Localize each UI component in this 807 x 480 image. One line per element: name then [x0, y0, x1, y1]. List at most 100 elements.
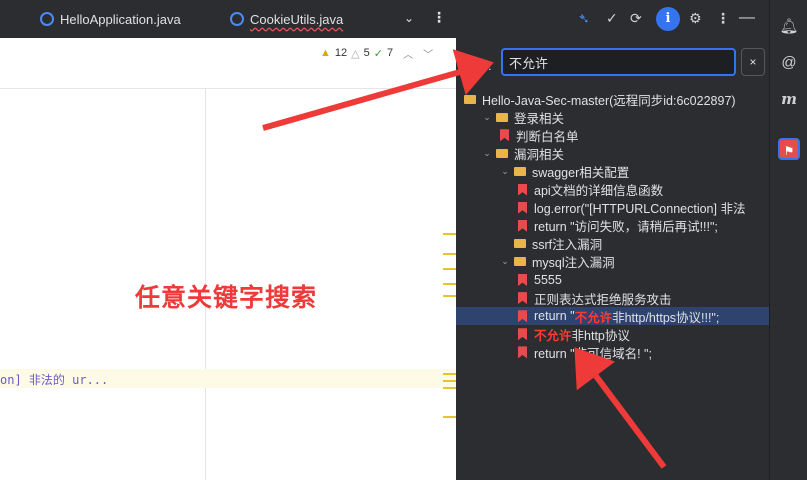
tree-item-label: Hello-Java-Sec-master(远程同步id:6c022897): [482, 93, 736, 108]
tree-bookmark-item[interactable]: return "访问失败，请稍后再试!!!";: [456, 217, 769, 235]
tree-folder-item[interactable]: ⌄ mysql注入漏洞: [456, 253, 769, 271]
minimize-icon[interactable]: —: [739, 9, 755, 27]
scrollbar-marker[interactable]: [443, 295, 456, 297]
chevron-down-icon[interactable]: ⌄: [500, 256, 510, 267]
tree-bookmark-item[interactable]: log.error("[HTTPURLConnection] 非法: [456, 199, 769, 217]
tree-item-label: return "访问失败，请稍后再试!!!";: [534, 220, 718, 235]
search-match: 不允许: [534, 328, 572, 343]
clear-search-button[interactable]: ×: [741, 48, 765, 76]
chevron-up-icon[interactable]: ︿: [403, 46, 413, 61]
tree-item-label: 非http/https协议!!!";: [612, 310, 720, 325]
search-match: 不允许: [574, 310, 613, 325]
tree-item-label: 5555: [534, 273, 562, 287]
scrollbar-marker[interactable]: [443, 268, 456, 270]
scrollbar-marker[interactable]: [443, 233, 456, 235]
bookmark-icon: [518, 292, 527, 305]
editor-pane: HelloApplication.java CookieUtils.java ⌄…: [0, 0, 456, 480]
refresh-icon[interactable]: ⟳: [630, 10, 642, 27]
scrollbar-marker[interactable]: [443, 387, 456, 389]
bookmark-tool-icon[interactable]: ⚑: [778, 138, 800, 160]
folder-icon: [464, 94, 476, 104]
annotation-label: 任意关键字搜索: [135, 283, 318, 312]
weak-warning-count: 5: [363, 47, 370, 59]
tree-bookmark-item[interactable]: api文档的详细信息函数: [456, 181, 769, 199]
tree-item-label: 漏洞相关: [514, 147, 565, 162]
scrollbar-marker[interactable]: [443, 380, 456, 382]
gear-icon[interactable]: ⚙: [689, 10, 702, 27]
right-tool-stripe: 🔔︎ @ m ⚑: [769, 0, 807, 480]
folder-icon: [514, 166, 526, 176]
tree-folder-item[interactable]: ⌄ swagger相关配置: [456, 162, 769, 180]
bookmark-tool-window: ➴ ✓ ⟳ i ⚙ ⋮ — 搜索: × Hello-Java-Sec-maste…: [456, 0, 769, 480]
tree-item-label: 正则表达式拒绝服务攻击: [534, 292, 672, 307]
locate-icon[interactable]: ➴: [578, 10, 590, 27]
bookmark-icon: [500, 129, 509, 142]
editor-divider: [0, 88, 456, 89]
editor-tab-bar: HelloApplication.java CookieUtils.java ⌄…: [0, 0, 456, 38]
tab-label: CookieUtils.java: [250, 11, 344, 27]
tab-hello-application[interactable]: HelloApplication.java: [40, 0, 181, 38]
bookmark-icon: [518, 346, 527, 359]
scrollbar-marker[interactable]: [443, 283, 456, 285]
bookmark-icon: [518, 310, 527, 323]
chevron-down-icon[interactable]: ⌄: [404, 11, 414, 25]
tree-item-label: ssrf注入漏洞: [532, 238, 603, 253]
more-vertical-icon[interactable]: ⋮: [432, 9, 446, 26]
tool-toolbar: ➴ ✓ ⟳ i ⚙ ⋮ —: [456, 0, 769, 38]
bookmark-icon: [518, 328, 527, 341]
weak-warning-icon: △: [351, 47, 360, 60]
warning-count: 12: [334, 47, 348, 59]
tree-folder-item[interactable]: ⌄ 登录相关: [456, 108, 769, 126]
search-label: 搜索:: [462, 58, 492, 73]
folder-icon: [496, 112, 508, 122]
scrollbar-marker[interactable]: [443, 373, 456, 375]
tree-bookmark-item[interactable]: 5555: [456, 271, 769, 289]
tree-item-label: return "非可信域名! ";: [534, 346, 652, 361]
code-line[interactable]: on] 非法的 ur...: [0, 371, 108, 388]
class-icon: [230, 12, 244, 26]
more-vertical-icon[interactable]: ⋮: [716, 10, 730, 27]
chevron-down-icon[interactable]: ⌄: [482, 112, 492, 123]
tree-bookmark-item[interactable]: 不允许 非http协议: [456, 325, 769, 343]
check-icon[interactable]: ✓: [606, 10, 618, 27]
bell-icon[interactable]: 🔔︎: [778, 16, 800, 38]
chevron-down-icon[interactable]: ⌄: [482, 148, 492, 159]
ai-assistant-icon[interactable]: @: [778, 52, 800, 74]
folder-icon: [514, 257, 526, 267]
chevron-down-icon[interactable]: ﹀: [423, 46, 433, 61]
tree-item-label: 判断白名单: [516, 129, 579, 144]
tree-bookmark-item[interactable]: return " 不允许 非http/https协议!!!";: [456, 307, 769, 326]
tree-bookmark-item[interactable]: 判断白名单: [456, 126, 769, 144]
bookmark-icon: [518, 219, 527, 232]
info-icon[interactable]: i: [656, 7, 680, 31]
folder-icon: [514, 239, 526, 249]
tree-item-label: mysql注入漏洞: [532, 256, 615, 271]
tree-root-item[interactable]: Hello-Java-Sec-master(远程同步id:6c022897): [456, 90, 769, 108]
tree-item-label: 非http协议: [571, 328, 630, 343]
tree-folder-item[interactable]: ssrf注入漏洞: [456, 235, 769, 253]
markdown-icon[interactable]: m: [778, 88, 800, 110]
tree-item-label: api文档的详细信息函数: [534, 184, 664, 198]
scrollbar-marker[interactable]: [443, 253, 456, 255]
tree-item-label: log.error("[HTTPURLConnection] 非法: [534, 202, 746, 217]
search-input[interactable]: [509, 53, 729, 71]
tab-cookie-utils[interactable]: CookieUtils.java: [230, 0, 343, 38]
warning-icon: ▲: [320, 47, 331, 59]
tree-folder-item[interactable]: ⌄ 漏洞相关: [456, 144, 769, 162]
folder-icon: [496, 148, 508, 158]
search-box[interactable]: [501, 48, 736, 76]
class-icon: [40, 12, 54, 26]
bookmark-icon: [518, 274, 527, 286]
bookmark-icon: [518, 201, 527, 214]
check-icon: ✓: [373, 47, 383, 60]
tree-item-label: return ": [534, 309, 575, 324]
tree-item-label: swagger相关配置: [532, 165, 630, 180]
tree-item-label: 登录相关: [514, 111, 565, 126]
ok-count: 7: [386, 47, 394, 59]
tree-bookmark-item[interactable]: return "非可信域名! ";: [456, 343, 769, 361]
chevron-down-icon[interactable]: ⌄: [500, 166, 510, 177]
tree-bookmark-item[interactable]: 正则表达式拒绝服务攻击: [456, 289, 769, 307]
scrollbar-marker[interactable]: [443, 416, 456, 418]
tab-label: HelloApplication.java: [60, 11, 181, 27]
inspection-widget[interactable]: ▲ 12 △ 5 ✓ 7 ︿ ﹀: [320, 45, 433, 61]
